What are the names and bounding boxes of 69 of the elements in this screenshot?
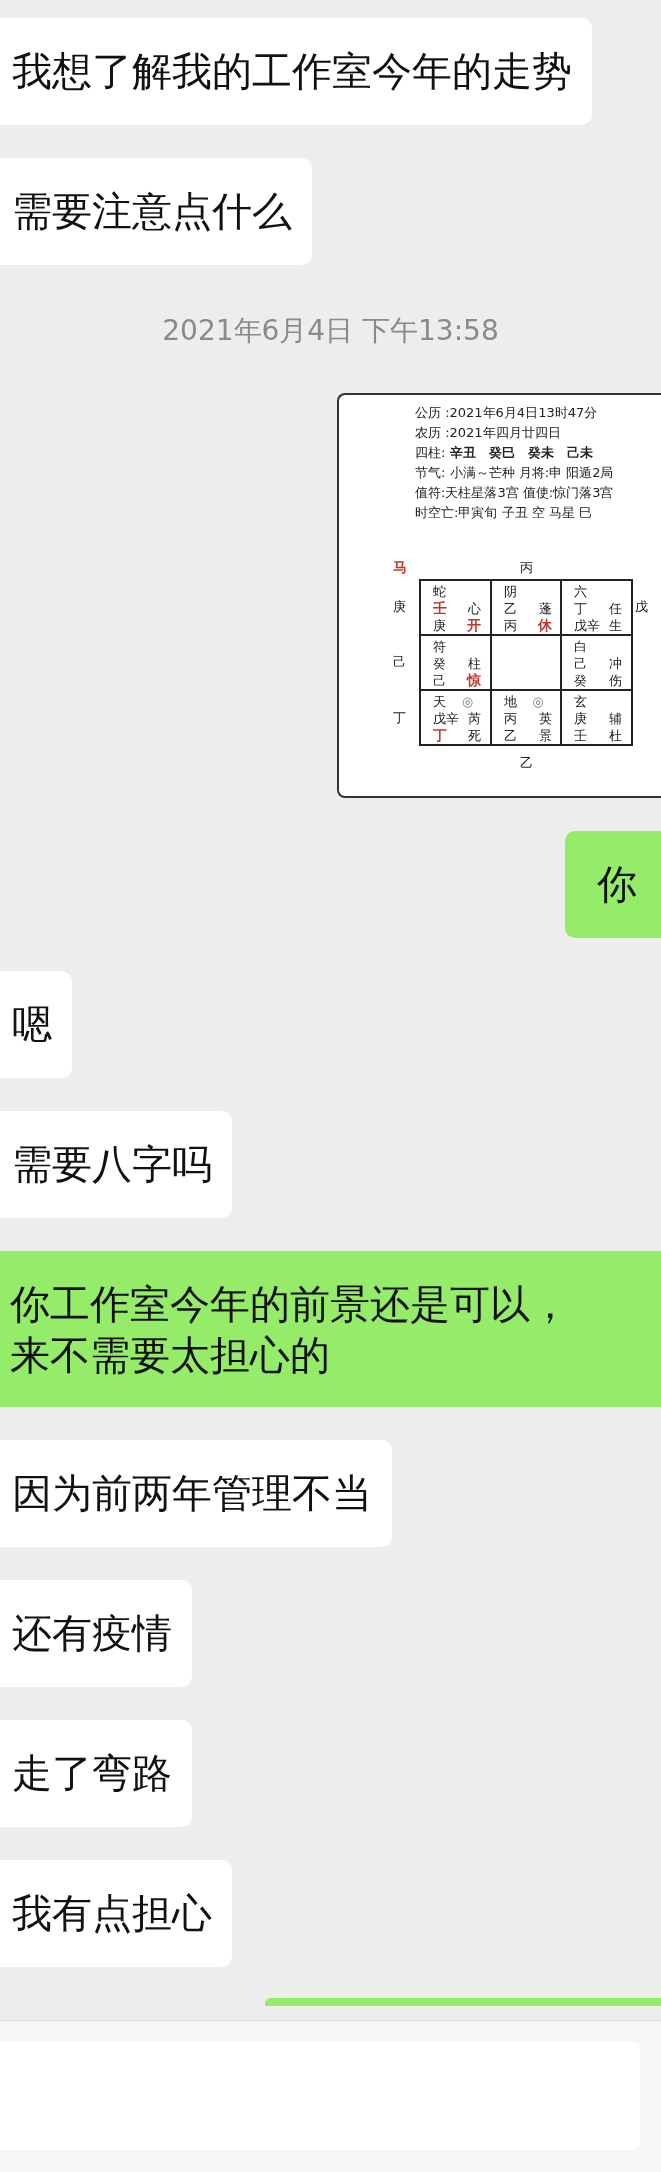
message-text: 因为前两年管理不当 [12,1469,372,1518]
side-label: 己 [393,653,407,672]
side-label: 丁 [393,709,407,728]
cell-text: 生 [609,617,623,634]
cell-text: 壬 [574,727,588,744]
message-text: 来不需要太担心的 [10,1331,331,1380]
corner-label: 马 [393,559,408,577]
message-text: 我想了解我的工作室今年的走势 [12,47,572,96]
cell-text: 丁 [574,600,588,617]
message-text: 嗯 [12,1000,52,1049]
side-label: 庚 [393,597,407,616]
cell-text: 乙 [503,727,517,744]
cell-text: 天 [433,693,446,710]
cell-text: 己 [574,655,588,672]
cell-text: ◎ [461,693,473,710]
cell-text: 白 [574,638,588,655]
cell-text: 玄 [574,693,588,710]
cell-text: 任 [609,600,623,617]
cell-text: 死 [468,727,481,744]
cell-text: 癸 [574,672,588,689]
info-line: 时空亡:甲寅旬 子丑 空 马星 巳 [415,504,593,522]
message-text: 走了弯路 [12,1749,172,1798]
timestamp: 2021年6月4日 下午13:58 [162,314,499,347]
chart-screenshot[interactable] [337,393,661,798]
cell-text: 景 [538,727,552,744]
cell-text: 芮 [468,710,481,727]
info-line: 值符:天柱星落3宫 值使:惊门落3宫 [415,484,615,502]
info-line: 农历 :2021年四月廿四日 [415,424,562,442]
cell-text: 乙 [503,600,517,617]
cell-text: 冲 [609,655,623,672]
cell-text: 地 [503,693,517,710]
cell-text: 心 [468,600,481,617]
cell-text: 戊辛 [433,710,459,727]
cell-text: ◎ [532,693,544,710]
cell-text: 庚 [433,617,446,634]
cell-text: 癸 [433,655,446,672]
cell-text: 庚 [574,710,588,727]
cell-text: 英 [538,710,552,727]
message-text: 我有点担心 [12,1889,212,1938]
cell-text: 辅 [609,710,623,727]
cell-text: 丙 [503,617,517,634]
cell-text: 丁 [433,727,447,744]
direction-label: 乙 [518,754,534,772]
cell-text: 六 [574,583,588,600]
cell-text: 己 [433,672,446,689]
cell-text: 杜 [609,727,623,744]
cell-text: 壬 [433,600,447,617]
cell-text: 伤 [609,672,623,689]
message-text: 还有疫情 [12,1609,172,1658]
cell-text: 惊 [467,672,481,689]
message-text: 你 [597,860,637,909]
side-label: 戊 [635,597,649,616]
cell-text: 丙 [503,710,517,727]
cell-text: 符 [433,638,446,655]
cell-text: 阴 [503,583,517,600]
cell-text: 蛇 [433,583,446,600]
info-line: 节气: 小满～芒种 月将:申 阳遁2局 [415,464,615,482]
cell-text: 柱 [468,655,481,672]
cell-text: 戊辛 [574,617,601,634]
cell-text: 开 [467,617,481,634]
cell-text: 蓬 [538,600,552,617]
message-text: 需要注意点什么 [12,187,292,236]
info-line: 四柱: 辛丑 癸巳 癸未 己未 [415,444,594,462]
palace-cell [490,635,562,690]
info-line: 公历 :2021年6月4日13时47分 [415,404,599,422]
message-text: 你工作室今年的前景还是可以， [10,1280,571,1329]
message-text: 需要八字吗 [12,1140,212,1189]
direction-label: 丙 [518,559,534,577]
cell-text: 休 [537,617,552,634]
